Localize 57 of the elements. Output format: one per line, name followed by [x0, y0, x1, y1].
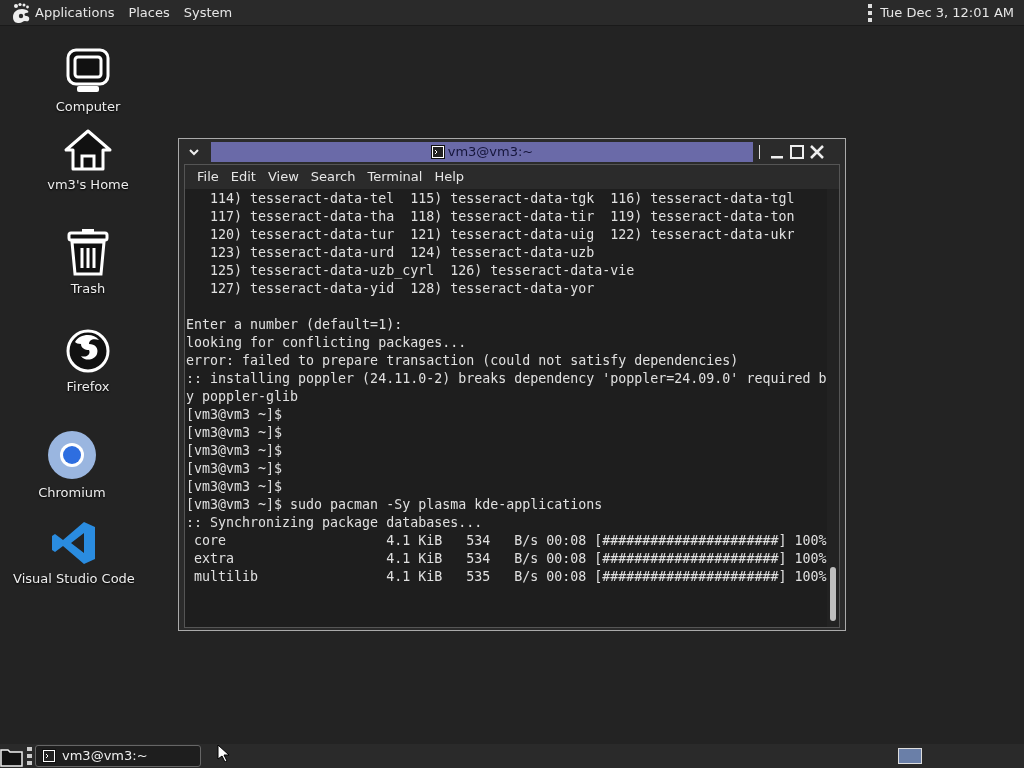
handle-icon[interactable] [27, 747, 32, 765]
terminal-line: y poppler-glib [186, 388, 299, 406]
icon-label[interactable]: Firefox [66, 377, 110, 397]
menu-item[interactable]: Applications [35, 2, 115, 23]
house-icon [63, 128, 113, 172]
terminal-line: looking for conflicting packages... [186, 334, 467, 352]
menu-item[interactable]: Places [128, 2, 170, 23]
mouse-pointer-icon [217, 744, 229, 762]
terminal-line: :: installing poppler (24.11.0-2) breaks dependency 'poppler=24.09.0' required b [186, 370, 827, 388]
trash-icon [65, 228, 111, 276]
foot-logo-icon[interactable] [10, 1, 32, 24]
scrollbar[interactable] [827, 189, 839, 627]
terminal-line: [vm3@vm3 ~]$ [186, 424, 283, 442]
menu-item[interactable]: Search [306, 167, 360, 187]
terminal-line: 127) tesseract-data-yid 128) tesseract-data-yor [209, 280, 595, 298]
menu-item[interactable]: Help [430, 167, 469, 187]
terminal-line: Enter a number (default=1): [186, 316, 403, 334]
vscode-icon [51, 520, 97, 566]
terminal-line: :: Synchronizing package databases... [186, 514, 483, 532]
terminal-line: [vm3@vm3 ~]$ [186, 406, 283, 424]
terminal-line: [vm3@vm3 ~]$ [186, 460, 283, 478]
scrollbar-thumb[interactable] [830, 567, 836, 621]
terminal-line: [vm3@vm3 ~]$ [186, 442, 283, 460]
terminal-line: error: failed to prepare transaction (could not satisfy dependencies) [186, 352, 739, 370]
terminal-line: 114) tesseract-data-tel 115) tesseract-data-tgk 116) tesseract-data-tgl [209, 190, 795, 208]
terminal-line: extra 4.1 KiB 534 B/s 00:08 [######################] 100% [193, 550, 827, 568]
terminal-line: 117) tesseract-data-tha 118) tesseract-data-tir 119) tesseract-data-ton [209, 208, 795, 226]
menu-item[interactable]: Terminal [363, 167, 427, 187]
window-title: vm3@vm3:~ [447, 142, 534, 161]
title-bar[interactable]: vm3@vm3:~ [211, 141, 753, 162]
menu-item[interactable]: View [263, 167, 303, 187]
taskbar-button[interactable]: vm3@vm3:~ [35, 745, 201, 767]
monitor-icon [65, 48, 111, 94]
icon-label[interactable]: Computer [55, 97, 121, 117]
icon-label[interactable]: Visual Studio Code [13, 569, 135, 589]
icon-label[interactable]: vm3's Home [47, 175, 129, 195]
terminal-line: multilib 4.1 KiB 535 B/s 00:08 [######################] 100% [193, 568, 827, 586]
chevron-down-icon[interactable] [187, 146, 201, 157]
menu-item[interactable]: File [193, 167, 223, 187]
clock[interactable]: Tue Dec 3, 12:01 AM [880, 2, 1014, 23]
workspace-button[interactable] [898, 748, 922, 764]
icon-label[interactable]: Chromium [38, 483, 106, 503]
terminal-icon [42, 749, 56, 763]
terminal-line: [vm3@vm3 ~]$ [186, 478, 283, 496]
terminal-line: [vm3@vm3 ~]$ sudo pacman -Sy plasma kde-applications [186, 496, 603, 514]
icon-label[interactable]: Trash [70, 279, 106, 299]
close-icon[interactable] [810, 144, 824, 159]
chromium-icon [47, 430, 97, 480]
menu-item[interactable]: System [183, 2, 233, 23]
terminal-line: core 4.1 KiB 534 B/s 00:08 [######################] 100% [193, 532, 827, 550]
terminal-icon [430, 144, 445, 159]
terminal-line: 123) tesseract-data-urd 124) tesseract-data-uzb [209, 244, 595, 262]
terminal-line: 120) tesseract-data-tur 121) tesseract-data-uig 122) tesseract-data-ukr [209, 226, 795, 244]
maximize-icon[interactable] [790, 144, 804, 159]
terminal-line: 125) tesseract-data-uzb_cyrl 126) tesseract-data-vie [209, 262, 635, 280]
handle-icon[interactable] [868, 3, 873, 22]
menu-item[interactable]: Edit [226, 167, 260, 187]
